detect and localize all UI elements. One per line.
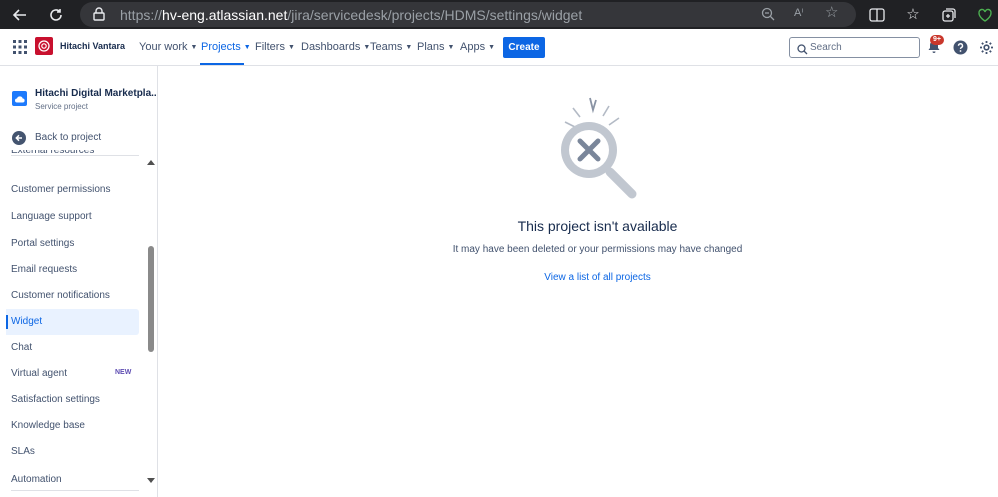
zoom-icon[interactable]	[761, 7, 775, 26]
sidebar-item-label: Chat	[11, 342, 33, 353]
nav-your-work-label: Your work	[139, 41, 188, 53]
nav-dashboards-label: Dashboards	[301, 41, 361, 53]
collections-icon[interactable]	[938, 4, 960, 26]
notification-count-badge: 9+	[930, 35, 944, 45]
sidebar-item-knowledge-base[interactable]: Knowledge base	[0, 413, 140, 439]
main-content: This project isn't available It may have…	[158, 66, 998, 497]
sidebar-item-virtual-agent[interactable]: Virtual agent NEW	[0, 361, 140, 387]
project-type: Service project	[35, 102, 88, 111]
chevron-down-icon: ▼	[405, 43, 413, 51]
project-avatar-cloud-icon	[12, 91, 27, 106]
chevron-down-icon: ▼	[287, 43, 295, 51]
hitachi-logo-icon[interactable]	[35, 37, 53, 55]
project-unavailable-magnifier-icon	[553, 94, 643, 206]
nav-dashboards[interactable]: Dashboards ▼	[301, 41, 370, 53]
nav-projects[interactable]: Projects ▼	[201, 41, 251, 53]
nav-apps-label: Apps	[460, 41, 486, 53]
sidebar-item-label: SLAs	[11, 446, 35, 457]
sidebar-item-label: Customer notifications	[11, 290, 110, 301]
sidebar-item-satisfaction-settings[interactable]: Satisfaction settings	[0, 387, 140, 413]
sidebar-item-chat[interactable]: Chat	[0, 335, 140, 361]
help-icon[interactable]	[952, 39, 968, 55]
favorite-star-icon[interactable]: ☆	[825, 5, 838, 21]
sidebar-item-label: Language support	[11, 211, 92, 222]
url-host: hv-eng.atlassian.net	[162, 7, 288, 23]
nav-teams[interactable]: Teams ▼	[370, 41, 412, 53]
reload-icon[interactable]	[45, 4, 67, 26]
sidebar-item-label: Email requests	[11, 264, 78, 275]
sidebar-item-widget[interactable]: Widget	[6, 309, 139, 335]
sidebar-item-email-requests[interactable]: Email requests	[0, 257, 140, 283]
empty-state-title: This project isn't available	[517, 218, 678, 234]
chevron-down-icon: ▼	[488, 43, 496, 51]
chevron-down-icon: ▼	[190, 43, 198, 51]
nav-plans-label: Plans	[417, 41, 445, 53]
favorites-icon[interactable]: ☆	[902, 4, 924, 26]
sidebar-item-portal-settings[interactable]: Portal settings	[0, 231, 140, 257]
project-header[interactable]: Hitachi Digital Marketpla... Service pro…	[0, 82, 158, 116]
browser-toolbar: https://hv-eng.atlassian.net/jira/servic…	[0, 0, 998, 29]
url-path: /jira/servicedesk/projects/HDMS/settings…	[287, 7, 583, 23]
sidebar-item-label: Knowledge base	[11, 420, 85, 431]
nav-projects-label: Projects	[201, 41, 241, 53]
app-switcher-icon[interactable]	[13, 40, 27, 54]
search-box[interactable]	[789, 37, 920, 58]
project-name: Hitachi Digital Marketpla...	[35, 88, 158, 99]
sidebar-item-label: Satisfaction settings	[11, 394, 100, 405]
back-to-project-label: Back to project	[35, 132, 102, 143]
sidebar-divider	[11, 490, 139, 491]
split-screen-icon[interactable]	[866, 4, 888, 26]
arrow-left-circle-icon	[12, 131, 26, 145]
sidebar-item-label: Customer permissions	[11, 184, 111, 195]
back-arrow-icon[interactable]	[9, 4, 31, 26]
new-lozenge: NEW	[115, 369, 132, 376]
sidebar-scrollbar-thumb[interactable]	[148, 246, 154, 352]
active-nav-indicator	[200, 63, 244, 65]
selected-indicator	[6, 315, 8, 329]
read-aloud-icon[interactable]: Aⁱ	[794, 6, 803, 19]
sidebar-item-label: Virtual agent	[11, 368, 67, 379]
scroll-down-arrow-icon[interactable]	[147, 478, 155, 483]
back-to-project-link[interactable]: Back to project	[0, 128, 157, 148]
nav-plans[interactable]: Plans ▼	[417, 41, 454, 53]
sidebar-item-language-support[interactable]: Language support	[0, 204, 140, 230]
scroll-up-arrow-icon[interactable]	[147, 160, 155, 165]
chevron-down-icon: ▼	[243, 43, 251, 51]
create-button[interactable]: Create	[503, 37, 545, 58]
nav-apps[interactable]: Apps ▼	[460, 41, 495, 53]
search-icon	[797, 42, 808, 60]
sidebar-item-label: Widget	[11, 316, 43, 327]
url-scheme: https://	[120, 7, 163, 23]
sidebar-item-slas[interactable]: SLAs	[0, 439, 140, 465]
chevron-down-icon: ▼	[447, 43, 455, 51]
jira-top-nav: Hitachi Vantara Your work ▼ Projects ▼ Fil…	[0, 29, 998, 66]
sidebar-item-customer-permissions[interactable]: Customer permissions	[0, 177, 140, 203]
sidebar-item-label: Portal settings	[11, 238, 75, 249]
sidebar-item-customer-notifications[interactable]: Customer notifications	[0, 283, 140, 309]
view-all-projects-link[interactable]: View a list of all projects	[158, 272, 998, 283]
sidebar-divider	[11, 155, 139, 156]
nav-teams-label: Teams	[370, 41, 403, 53]
nav-filters[interactable]: Filters ▼	[255, 41, 295, 53]
settings-gear-icon[interactable]	[978, 39, 994, 55]
empty-state-description: It may have been deleted or your permiss…	[452, 244, 743, 255]
nav-your-work[interactable]: Your work ▼	[139, 41, 197, 53]
nav-filters-label: Filters	[255, 41, 285, 53]
browser-essentials-icon[interactable]	[974, 4, 996, 26]
lock-icon	[93, 7, 105, 26]
brand-name[interactable]: Hitachi Vantara	[60, 41, 125, 51]
search-input[interactable]	[810, 40, 915, 55]
project-settings-sidebar: Hitachi Digital Marketpla... Service pro…	[0, 66, 158, 497]
url-text: https://hv-eng.atlassian.net/jira/servic…	[120, 7, 582, 23]
address-bar[interactable]: https://hv-eng.atlassian.net/jira/servic…	[80, 2, 856, 27]
sidebar-item-label: Automation	[11, 474, 62, 485]
